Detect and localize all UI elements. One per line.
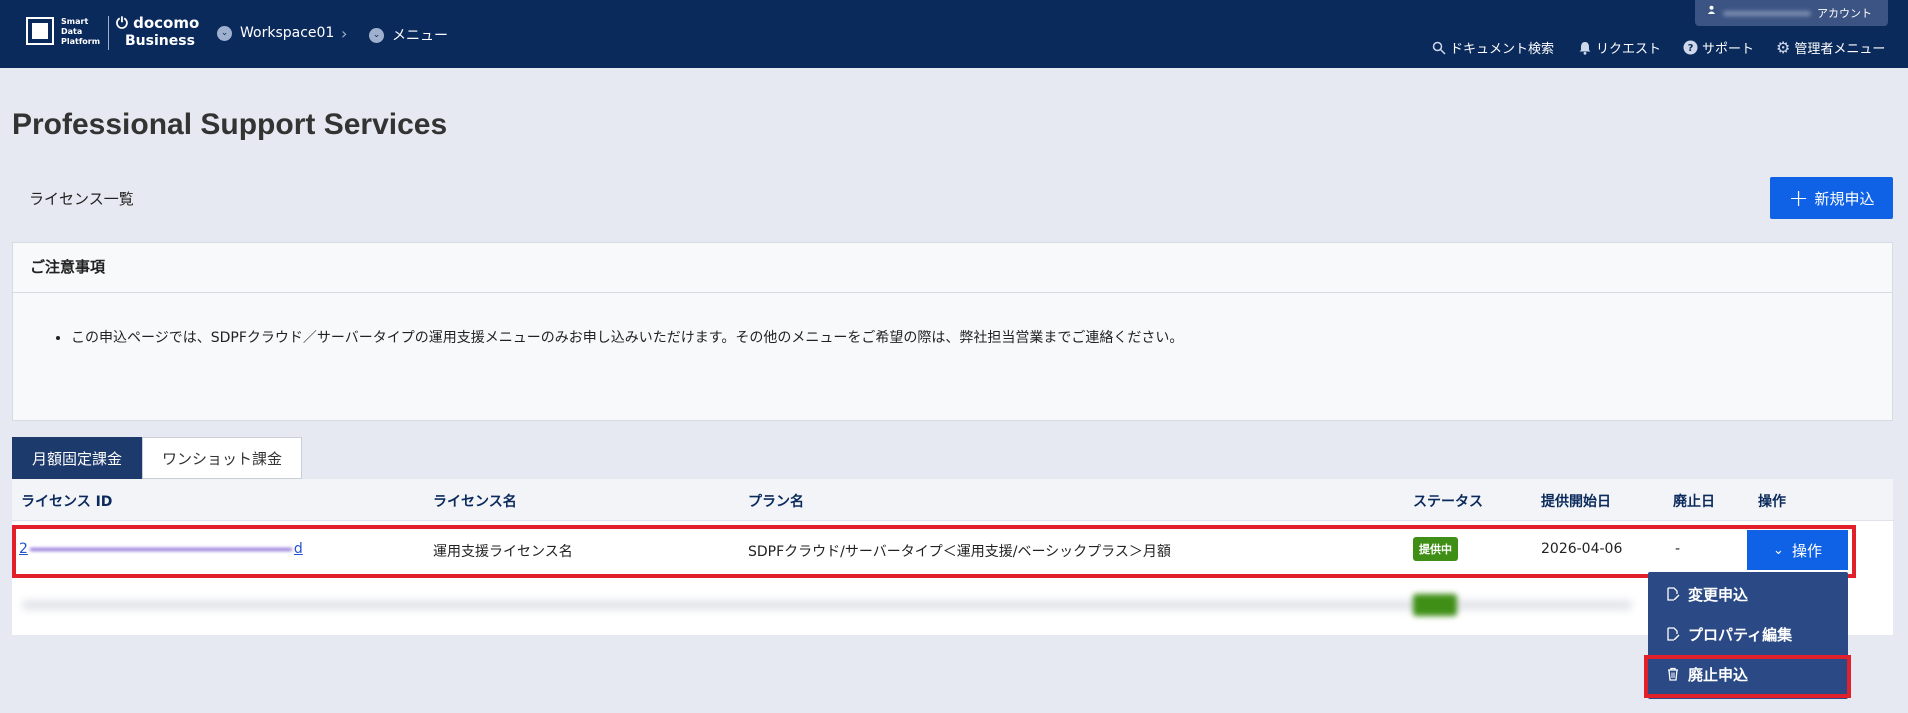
chevron-right-icon: › bbox=[341, 24, 348, 43]
col-action: 操作 bbox=[1758, 494, 1786, 510]
user-icon bbox=[1707, 5, 1716, 14]
status-badge: 提供中 bbox=[1413, 537, 1458, 561]
notice-item: この申込ページでは、SDPFクラウド／サーバータイプの運用支援メニューのみお申し… bbox=[71, 327, 1892, 347]
account-button[interactable]: アカウント bbox=[1695, 0, 1888, 26]
blurred-row-content bbox=[22, 600, 1632, 610]
col-license-id: ライセンス ID bbox=[21, 494, 113, 510]
col-plan-name: プラン名 bbox=[748, 494, 804, 510]
trash-icon bbox=[1668, 667, 1678, 681]
col-start-date: 提供開始日 bbox=[1541, 494, 1611, 510]
table-row bbox=[12, 576, 1893, 635]
notice-list: この申込ページでは、SDPFクラウド／サーバータイプの運用支援メニューのみお申し… bbox=[13, 293, 1892, 347]
license-table: ライセンス ID ライセンス名 プラン名 ステータス 提供開始日 廃止日 操作 … bbox=[12, 479, 1893, 635]
sdp-logo-icon[interactable] bbox=[26, 17, 54, 45]
page-title: Professional Support Services bbox=[12, 108, 448, 141]
menu-item-cancellation[interactable]: 廃止申込 bbox=[1648, 654, 1848, 694]
blurred-id bbox=[29, 547, 292, 551]
chevron-down-icon: ⌄ bbox=[1773, 542, 1784, 558]
menu-item-edit-properties[interactable]: プロパティ編集 bbox=[1648, 614, 1848, 654]
edit-icon bbox=[1667, 627, 1680, 641]
col-end-date: 廃止日 bbox=[1673, 494, 1715, 510]
support-link[interactable]: ? サポート bbox=[1683, 38, 1754, 57]
col-status: ステータス bbox=[1413, 494, 1483, 510]
menu-item-change[interactable]: 変更申込 bbox=[1648, 574, 1848, 614]
chevron-down-icon: ⌄ bbox=[369, 27, 384, 43]
end-date-cell: - bbox=[1675, 541, 1681, 557]
notice-heading: ご注意事項 bbox=[13, 243, 1892, 293]
edit-icon bbox=[1667, 587, 1680, 601]
bell-icon bbox=[1579, 41, 1591, 55]
blurred-status-badge bbox=[1413, 594, 1457, 616]
svg-text:?: ? bbox=[1688, 43, 1694, 54]
action-button[interactable]: ⌄ 操作 bbox=[1747, 530, 1848, 570]
search-icon bbox=[1432, 41, 1446, 55]
admin-menu-link[interactable]: ⚙ 管理者メニュー bbox=[1776, 38, 1885, 57]
power-icon: ⏻ bbox=[116, 14, 128, 32]
breadcrumb-menu[interactable]: ⌄ メニュー bbox=[369, 25, 448, 45]
docomo-brand: ⏻ docomo bbox=[116, 14, 200, 32]
sdp-logo-text: Smart Data Platform bbox=[61, 17, 101, 46]
action-dropdown-menu: 変更申込 プロパティ編集 廃止申込 bbox=[1648, 572, 1848, 699]
table-header: ライセンス ID ライセンス名 プラン名 ステータス 提供開始日 廃止日 操作 bbox=[12, 479, 1893, 521]
business-brand: Business bbox=[125, 33, 195, 49]
tab-monthly-fixed[interactable]: 月額固定課金 bbox=[12, 437, 142, 479]
top-bar: Smart Data Platform ⏻ docomo Business ⌄ … bbox=[0, 0, 1908, 68]
license-name-cell: 運用支援ライセンス名 bbox=[433, 544, 573, 560]
request-link[interactable]: リクエスト bbox=[1578, 38, 1661, 57]
plus-icon: + bbox=[1788, 184, 1809, 212]
tab-one-shot[interactable]: ワンショット課金 bbox=[142, 437, 302, 479]
new-application-button[interactable]: + 新規申込 bbox=[1770, 177, 1893, 219]
document-search-link[interactable]: ドキュメント検索 bbox=[1432, 38, 1554, 57]
license-id-link[interactable]: 2d bbox=[19, 541, 303, 557]
plan-name-cell: SDPFクラウド/サーバータイプ＜運用支援/ベーシックプラス＞月額 bbox=[748, 544, 1171, 560]
logo-divider bbox=[108, 16, 109, 50]
account-name-blurred bbox=[1723, 11, 1811, 16]
license-list-title: ライセンス一覧 bbox=[29, 190, 134, 208]
col-license-name: ライセンス名 bbox=[433, 494, 517, 510]
breadcrumb-workspace[interactable]: ⌄ Workspace01 bbox=[217, 25, 334, 41]
gear-icon: ⚙ bbox=[1776, 38, 1791, 57]
help-icon: ? bbox=[1683, 40, 1698, 55]
chevron-down-icon: ⌄ bbox=[217, 25, 232, 41]
start-date-cell: 2026-04-06 bbox=[1541, 541, 1623, 557]
notice-panel: ご注意事項 この申込ページでは、SDPFクラウド／サーバータイプの運用支援メニュ… bbox=[12, 242, 1893, 421]
